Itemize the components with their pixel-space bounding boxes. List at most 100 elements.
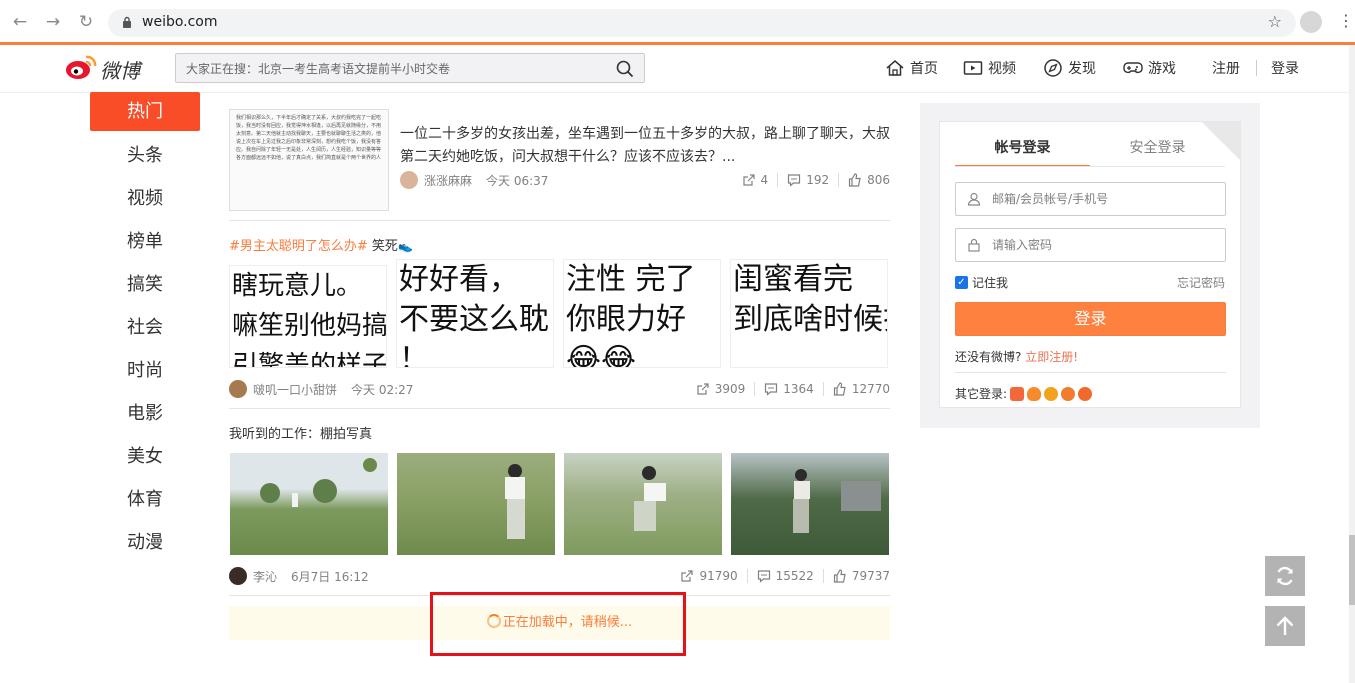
category-hot[interactable]: 热门 [90,92,200,131]
search-icon[interactable] [616,60,634,78]
author-name[interactable]: 李沁 [253,568,277,585]
nav-discover[interactable]: 发现 [1043,58,1096,78]
360-icon[interactable] [1078,386,1093,401]
nav-home[interactable]: 首页 [885,58,938,78]
scrollbar-thumb[interactable] [1349,535,1355,605]
back-icon[interactable]: ← [10,12,30,32]
browser-menu-icon[interactable]: ⋮ [1338,11,1354,31]
refresh-button[interactable] [1265,556,1305,596]
qq-icon[interactable] [1027,386,1042,401]
other-login: 其它登录: [955,385,1093,402]
tab-account-login[interactable]: 帐号登录 [955,137,1090,167]
post-image[interactable] [564,453,722,555]
author-avatar[interactable] [229,567,247,585]
wechat-icon[interactable] [1044,386,1059,401]
category-ranking[interactable]: 榜单 [90,221,200,264]
repost-button[interactable]: 4 [733,173,778,187]
weibo-logo[interactable]: 微博 [64,53,148,85]
like-button[interactable]: 12770 [822,382,890,396]
remember-me-checkbox[interactable]: ✓ 记住我 [955,274,1008,291]
repost-icon [697,383,709,395]
login-link[interactable]: 登录 [1271,58,1299,78]
thumbs-up-icon [833,569,846,583]
like-button[interactable]: 806 [838,173,890,187]
bookmark-star-icon[interactable]: ☆ [1268,12,1282,31]
photo-woman-field [505,464,525,539]
repost-button[interactable]: 91790 [671,569,746,583]
nav-video[interactable]: 视频 [963,58,1016,78]
tab-secure-login[interactable]: 安全登录 [1090,137,1225,167]
comment-button[interactable]: 1364 [754,382,823,396]
hashtag-link[interactable]: #男主太聪明了怎么办# [229,239,368,254]
post-actions: 3909 1364 12770 [687,382,890,396]
comment-count: 1364 [783,382,814,396]
address-bar[interactable]: weibo.com ☆ [108,9,1296,37]
post-image[interactable] [230,453,388,555]
post-image[interactable]: 瞎玩意儿。 嘛笙别他妈搞事业 引擎盖的样子就像 [229,265,387,368]
repost-icon [681,570,694,582]
thumbs-up-icon [833,382,846,396]
post-text[interactable]: 我听到的工作：棚拍写真 [229,423,372,442]
category-beauty[interactable]: 美女 [90,436,200,479]
category-movie[interactable]: 电影 [90,393,200,436]
register-link[interactable]: 注册 [1212,58,1240,78]
category-video[interactable]: 视频 [90,178,200,221]
comment-button[interactable]: 192 [777,173,838,187]
feed-card[interactable]: 我们相识那么久，下半年后才确定了关系，大叔约我吃完了一起吃饭，我当时没有回应，我… [229,93,890,221]
category-society[interactable]: 社会 [90,307,200,350]
post-image[interactable]: 好好看， 不要这么耽 ！ [396,259,554,368]
password-field[interactable]: 请输入密码 [955,228,1226,262]
category-headline[interactable]: 头条 [90,135,200,178]
header-divider [1256,60,1257,76]
login-button[interactable]: 登录 [955,302,1226,336]
comment-icon [788,174,801,187]
nav-game[interactable]: 游戏 [1123,58,1176,78]
category-anime[interactable]: 动漫 [90,522,200,565]
post-image[interactable] [397,453,555,555]
register-now-link[interactable]: 立即注册! [1025,350,1078,364]
photo-woman-bending [634,466,666,531]
register-prompt: 还没有微博? 立即注册! [955,348,1078,365]
like-count: 806 [867,173,890,187]
author-avatar[interactable] [400,171,418,189]
author-name[interactable]: 啵叽一口小甜饼 [253,381,337,398]
like-button[interactable]: 79737 [822,569,890,583]
category-nav: 热门 头条 视频 榜单 搞笑 社会 时尚 电影 美女 体育 动漫 [90,92,200,565]
post-image[interactable]: 闺蜜看完 到底啥时候打 [730,259,888,368]
no-account-text: 还没有微博? [955,350,1022,364]
meme-line: 注性 完了 [566,262,696,297]
taobao-icon[interactable] [1010,386,1025,401]
author-name[interactable]: 涨涨麻麻 [424,172,472,189]
meme-line: 到底啥时候打 [733,302,887,337]
category-fashion[interactable]: 时尚 [90,350,200,393]
post-image[interactable] [731,453,889,555]
url-text: weibo.com [142,14,218,30]
meme-line: 你眼力好 [566,302,686,337]
username-field[interactable]: 邮箱/会员帐号/手机号 [955,182,1226,216]
thumbs-up-icon [848,173,861,187]
other-login-label: 其它登录: [955,387,1008,401]
password-placeholder: 请输入密码 [992,238,1053,252]
reload-icon[interactable]: ↻ [76,12,96,32]
gamepad-icon [1123,62,1143,74]
post-image[interactable]: 注性 完了 你眼力好 😂😂 [563,259,721,368]
meme-line: 嘛笙别他妈搞事业 [232,311,387,341]
repost-button[interactable]: 3909 [687,382,755,396]
feed-card[interactable]: 我听到的工作：棚拍写真 李沁 6月7日 16:12 91790 15522 79… [229,409,890,596]
search-input[interactable]: 大家正在搜：北京一考生高考语文提前半小时交卷 [175,53,645,83]
category-sports[interactable]: 体育 [90,479,200,522]
forgot-password-link[interactable]: 忘记密码 [1177,274,1225,291]
back-to-top-button[interactable] [1265,606,1305,646]
category-funny[interactable]: 搞笑 [90,264,200,307]
post-thumbnail[interactable]: 我们相识那么久，下半年后才确定了关系，大叔约我吃完了一起吃饭，我当时没有回应，我… [229,109,389,211]
nav-video-label: 视频 [988,61,1016,77]
comment-button[interactable]: 15522 [746,569,823,583]
comment-count: 15522 [775,569,814,583]
refresh-icon [1277,566,1293,586]
forward-icon[interactable]: → [43,12,63,32]
author-avatar[interactable] [229,380,247,398]
weibo-app-icon[interactable] [1061,386,1076,401]
post-title[interactable]: 一位二十多岁的女孩出差，坐车遇到一位五十多岁的大叔，路上聊了聊天，大叔第二天约她… [400,123,890,169]
feed-card[interactable]: #男主太聪明了怎么办# 笑死👟 瞎玩意儿。 嘛笙别他妈搞事业 引擎盖的样子就像 … [229,221,890,409]
profile-avatar-icon[interactable] [1300,11,1322,33]
